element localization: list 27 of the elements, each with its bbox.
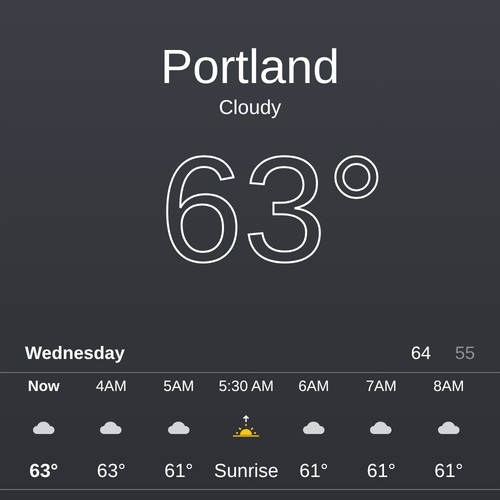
cloud-icon: [302, 419, 326, 435]
hour-label: 7AM: [366, 378, 397, 396]
day-name: Wednesday: [25, 342, 126, 364]
hour-label: 4AM: [96, 378, 127, 396]
current-temperature: 63°: [158, 134, 386, 284]
hour-temperature: 63°: [96, 460, 126, 484]
cloud-icon: [369, 419, 394, 435]
cloud-icon: [166, 419, 191, 435]
hour-label: 5AM: [163, 378, 194, 396]
hour-temperature: 61°: [299, 460, 328, 484]
hour-temperature: 63°: [29, 460, 58, 484]
cloud-icon: [99, 419, 124, 435]
city-name: Portland: [160, 40, 340, 96]
hour-temperature: 61°: [434, 460, 464, 484]
sunrise-icon: [232, 415, 260, 439]
cloud-icon: [32, 419, 56, 435]
hour-label: 5:30 AM: [218, 378, 274, 396]
high-temperature: 64: [410, 342, 431, 364]
hour-label: 8AM: [433, 378, 464, 396]
hour-label: 6AM: [298, 378, 330, 396]
weather-condition: Cloudy: [218, 96, 282, 120]
hour-temperature: Sunrise: [214, 460, 278, 484]
hour-temperature: 61°: [366, 460, 396, 484]
cloud-icon: [436, 419, 461, 435]
hour-label: Now: [28, 378, 60, 396]
hour-temperature: 61°: [164, 460, 194, 484]
low-temperature: 55: [454, 342, 475, 364]
